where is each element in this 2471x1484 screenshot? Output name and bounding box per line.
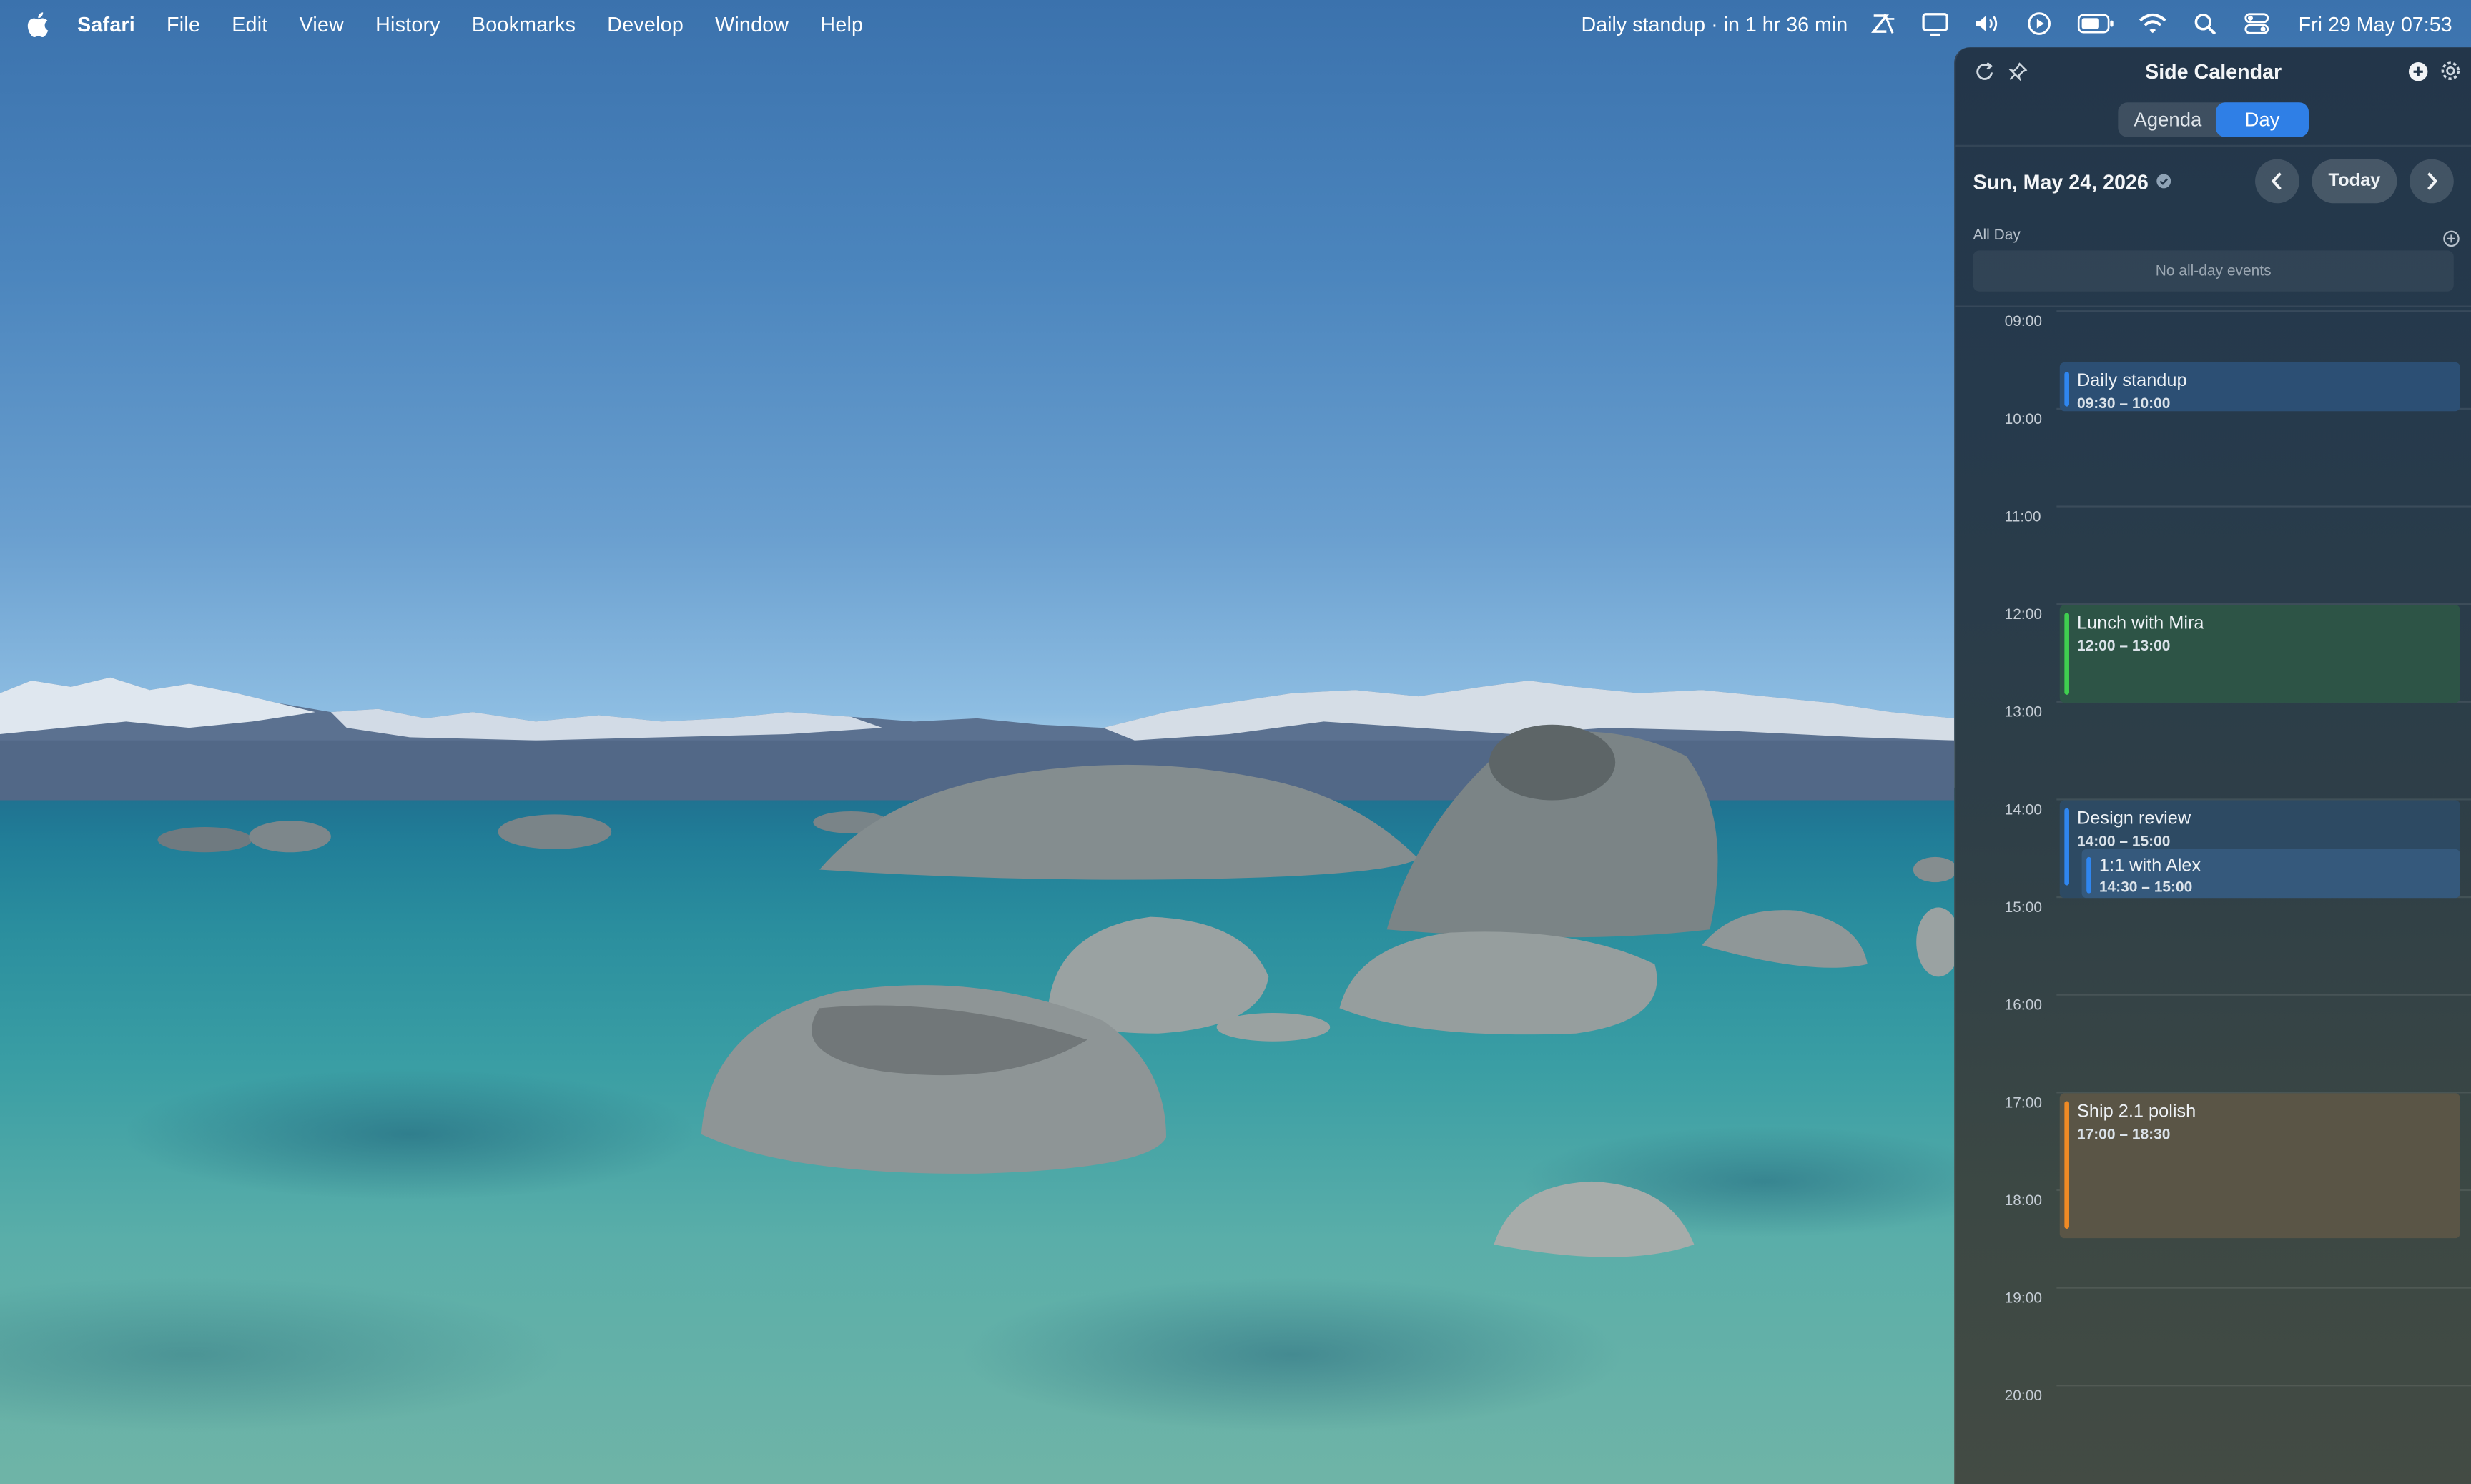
add-all-day-icon[interactable] xyxy=(2442,227,2460,247)
tab-day[interactable]: Day xyxy=(2215,102,2309,137)
event-title: Design review xyxy=(2077,809,2191,829)
event-color-bar xyxy=(2064,613,2069,695)
tab-agenda[interactable]: Agenda xyxy=(2118,102,2216,137)
control-center-icon[interactable] xyxy=(2243,9,2272,38)
pin-icon[interactable] xyxy=(2005,59,2030,84)
today-button[interactable]: Today xyxy=(2312,159,2397,204)
hour-label: 15:00 xyxy=(2004,899,2043,917)
event-time: 09:30 – 10:00 xyxy=(2077,395,2171,412)
event-color-bar xyxy=(2064,1101,2069,1229)
date-navigation: Sun, May 24, 2026 Today xyxy=(1955,147,2471,216)
search-icon[interactable] xyxy=(2191,9,2220,38)
hour-gridline xyxy=(2056,1287,2471,1289)
side-calendar-panel: Side Calendar Agenda Day Sun, May 24, 20… xyxy=(1954,47,2471,1484)
menu-bookmarks[interactable]: Bookmarks xyxy=(472,12,576,36)
hour-label: 16:00 xyxy=(2004,997,2043,1015)
chevron-left-icon xyxy=(2271,172,2282,190)
date-picker-icon[interactable] xyxy=(2156,173,2172,189)
play-icon[interactable] xyxy=(2026,9,2054,38)
next-event-status[interactable]: Daily standup · in 1 hr 36 min xyxy=(1582,12,1848,36)
all-day-label: All Day xyxy=(1973,227,2021,244)
event-ship-2-1-polish[interactable]: Ship 2.1 polish 17:00 – 18:30 xyxy=(2059,1093,2460,1239)
event-time: 14:30 – 15:00 xyxy=(2098,879,2193,896)
hour-row: 16:00 xyxy=(1955,994,2471,1092)
hour-gridline xyxy=(2056,1385,2471,1387)
hour-label: 17:00 xyxy=(2004,1094,2043,1112)
hour-label: 10:00 xyxy=(2004,411,2043,429)
event-color-bar xyxy=(2064,372,2069,407)
menu-history[interactable]: History xyxy=(375,12,440,36)
hour-row: 13:00 xyxy=(1955,701,2471,799)
hour-label: 20:00 xyxy=(2004,1387,2043,1405)
display-icon[interactable] xyxy=(1922,9,1950,38)
event-time: 14:00 – 15:00 xyxy=(2077,833,2171,851)
volume-icon[interactable] xyxy=(1974,9,2003,38)
hour-row: 11:00 xyxy=(1955,505,2471,603)
focus-icon[interactable] xyxy=(1870,9,1898,38)
next-day-button[interactable] xyxy=(2410,159,2454,204)
menu-develop[interactable]: Develop xyxy=(607,12,684,36)
current-date-label[interactable]: Sun, May 24, 2026 xyxy=(1973,169,2149,193)
add-event-icon[interactable] xyxy=(2405,59,2430,84)
hour-label: 13:00 xyxy=(2004,704,2043,722)
menu-bar: Safari File Edit View History Bookmarks … xyxy=(0,0,2471,47)
event-daily-standup[interactable]: Daily standup 09:30 – 10:00 xyxy=(2059,362,2460,412)
gear-icon[interactable] xyxy=(2438,59,2463,84)
event-time: 17:00 – 18:30 xyxy=(2077,1126,2171,1144)
hour-label: 14:00 xyxy=(2004,801,2043,819)
day-timeline[interactable]: 09:00 10:00 11:00 12:00 13:00 14:00 15:0… xyxy=(1955,310,2471,1484)
chevron-right-icon xyxy=(2427,172,2438,190)
panel-title: Side Calendar xyxy=(2145,59,2282,83)
menu-clock[interactable]: Fri 29 May 07:53 xyxy=(2299,12,2452,36)
menu-file[interactable]: File xyxy=(167,12,200,36)
menu-edit[interactable]: Edit xyxy=(232,12,267,36)
event-lunch-with-mira[interactable]: Lunch with Mira 12:00 – 13:00 xyxy=(2059,605,2460,703)
event-title: Ship 2.1 polish xyxy=(2077,1102,2196,1122)
battery-icon[interactable] xyxy=(2078,9,2116,38)
no-all-day-events: No all-day events xyxy=(1973,250,2454,292)
refresh-icon[interactable] xyxy=(1971,59,1996,84)
menu-app-name[interactable]: Safari xyxy=(77,12,135,36)
all-day-section: All Day No all-day events xyxy=(1955,216,2471,307)
panel-header: Side Calendar xyxy=(1955,47,2471,94)
apple-menu-icon[interactable] xyxy=(25,11,50,36)
event-1-1-with-alex[interactable]: 1:1 with Alex 14:30 – 15:00 xyxy=(2081,849,2460,899)
hour-label: 19:00 xyxy=(2004,1290,2043,1308)
hour-gridline xyxy=(2056,310,2471,312)
menu-window[interactable]: Window xyxy=(715,12,789,36)
hour-row: 19:00 xyxy=(1955,1287,2471,1385)
event-title: Lunch with Mira xyxy=(2077,614,2204,633)
event-title: 1:1 with Alex xyxy=(2098,856,2201,876)
event-title: Daily standup xyxy=(2077,372,2187,391)
hour-label: 18:00 xyxy=(2004,1192,2043,1210)
hour-gridline xyxy=(2056,505,2471,508)
event-color-bar xyxy=(2086,856,2091,894)
hour-gridline xyxy=(2056,994,2471,996)
hour-row: 20:00 xyxy=(1955,1385,2471,1483)
hour-row: 10:00 xyxy=(1955,407,2471,506)
previous-day-button[interactable] xyxy=(2255,159,2299,204)
event-time: 12:00 – 13:00 xyxy=(2077,638,2171,656)
hour-label: 09:00 xyxy=(2004,313,2043,331)
menu-view[interactable]: View xyxy=(300,12,344,36)
event-color-bar xyxy=(2064,808,2069,886)
view-switcher: Agenda Day xyxy=(1955,94,2471,147)
hour-label: 11:00 xyxy=(2004,508,2041,527)
wallpaper-landscape xyxy=(0,677,1955,1257)
hour-label: 12:00 xyxy=(2004,606,2043,624)
menu-help[interactable]: Help xyxy=(820,12,863,36)
view-segmented-control: Agenda Day xyxy=(2118,102,2309,137)
hour-row: 15:00 xyxy=(1955,896,2471,994)
wifi-icon[interactable] xyxy=(2139,9,2168,38)
